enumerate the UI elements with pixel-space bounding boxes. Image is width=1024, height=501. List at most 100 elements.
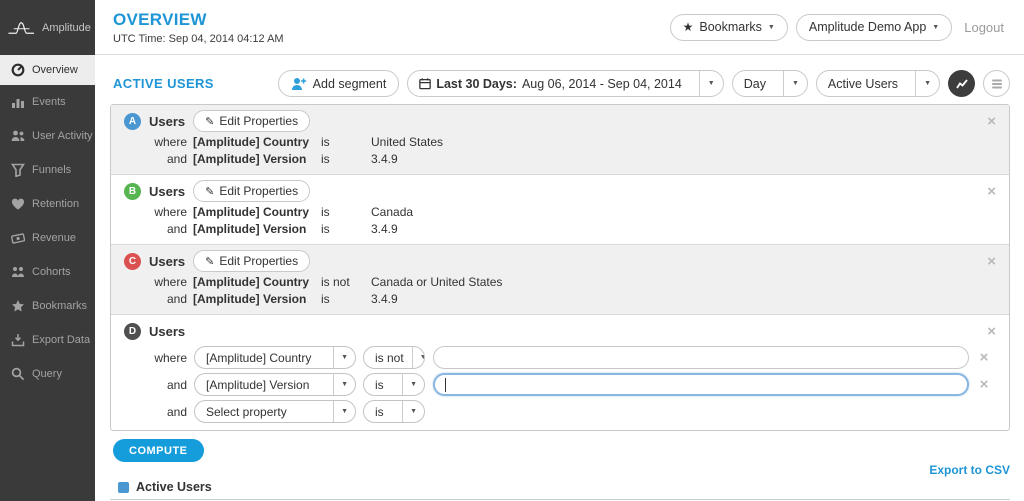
segment-d-header: D Users × xyxy=(124,320,999,342)
sidebar-item-label: Funnels xyxy=(32,164,71,176)
gauge-icon xyxy=(11,63,25,77)
export-row: Export to CSV xyxy=(110,463,1010,477)
operator-select[interactable]: is ▼ xyxy=(363,373,425,396)
metric-dropdown[interactable]: Active Users ▼ xyxy=(816,70,940,97)
conjunction: and xyxy=(124,291,187,308)
list-view-icon xyxy=(991,78,1003,90)
date-range-value: Aug 06, 2014 - Sep 04, 2014 xyxy=(522,77,682,91)
segment-title: Users xyxy=(149,324,185,339)
value-input-focused[interactable] xyxy=(433,373,969,396)
operator-select[interactable]: is ▼ xyxy=(363,400,425,423)
bookmarks-dropdown[interactable]: ★ Bookmarks ▼ xyxy=(670,14,788,41)
chevron-down-icon: ▼ xyxy=(410,408,417,415)
segment-title: Users xyxy=(149,254,185,269)
property-select[interactable]: [Amplitude] Version ▼ xyxy=(194,373,356,396)
table-view-button[interactable] xyxy=(983,70,1010,97)
sidebar-item-export-data[interactable]: Export Data xyxy=(0,323,95,357)
property-row: and [Amplitude] Version is 3.4.9 xyxy=(124,151,999,168)
edit-properties-button[interactable]: ✎ Edit Properties xyxy=(193,180,310,202)
sidebar-item-bookmarks[interactable]: Bookmarks xyxy=(0,289,95,323)
property-row: where [Amplitude] Country is not Canada … xyxy=(124,274,999,291)
segment-badge: B xyxy=(124,183,141,200)
metric-arrow[interactable]: ▼ xyxy=(915,71,939,96)
sidebar-nav: Overview Events User Activity Funnel xyxy=(0,55,95,391)
operator-select-value: is xyxy=(364,405,394,419)
segment-badge: C xyxy=(124,253,141,270)
close-icon[interactable]: × xyxy=(984,184,999,199)
operator: is xyxy=(321,204,371,221)
text-cursor xyxy=(445,378,446,392)
sidebar-item-funnels[interactable]: Funnels xyxy=(0,153,95,187)
sidebar-item-events[interactable]: Events xyxy=(0,85,95,119)
segment-badge: D xyxy=(124,323,141,340)
property-select[interactable]: [Amplitude] Country ▼ xyxy=(194,346,356,369)
close-icon[interactable]: × xyxy=(984,114,999,129)
sidebar-item-label: Retention xyxy=(32,198,79,210)
sidebar: Amplitude Overview Events xyxy=(0,0,95,501)
close-icon[interactable]: × xyxy=(984,254,999,269)
interval-arrow[interactable]: ▼ xyxy=(783,71,807,96)
edit-properties-label: Edit Properties xyxy=(219,184,298,198)
top-bar: OVERVIEW UTC Time: Sep 04, 2014 04:12 AM… xyxy=(95,0,1024,55)
editor-row-and-1: and [Amplitude] Version ▼ is ▼ × xyxy=(124,373,999,396)
property-select[interactable]: Select property ▼ xyxy=(194,400,356,423)
segment-b-rows: where [Amplitude] Country is Canada and … xyxy=(124,204,999,237)
interval-main: Day xyxy=(733,77,777,91)
brand-name: Amplitude xyxy=(42,22,91,34)
logout-link[interactable]: Logout xyxy=(964,20,1004,35)
main-area: OVERVIEW UTC Time: Sep 04, 2014 04:12 AM… xyxy=(95,0,1024,501)
edit-properties-button[interactable]: ✎ Edit Properties xyxy=(193,250,310,272)
select-arrow: ▼ xyxy=(333,347,355,368)
segment-title: Users xyxy=(149,114,185,129)
sidebar-item-label: Overview xyxy=(32,64,78,76)
property-row: where [Amplitude] Country is Canada xyxy=(124,204,999,221)
operator: is xyxy=(321,221,371,238)
chevron-down-icon: ▼ xyxy=(924,80,931,87)
operator-select-value: is xyxy=(364,378,394,392)
date-range-main: Last 30 Days: Aug 06, 2014 - Sep 04, 201… xyxy=(408,77,692,91)
page-title: OVERVIEW xyxy=(113,10,284,30)
app-name: Amplitude Demo App xyxy=(809,20,926,34)
star-icon: ★ xyxy=(683,20,694,34)
edit-properties-label: Edit Properties xyxy=(219,114,298,128)
property-value: Canada xyxy=(371,204,413,221)
sidebar-item-label: Bookmarks xyxy=(32,300,87,312)
sidebar-item-cohorts[interactable]: Cohorts xyxy=(0,255,95,289)
date-range-arrow[interactable]: ▼ xyxy=(699,71,723,96)
chevron-down-icon: ▼ xyxy=(341,381,348,388)
property-value: United States xyxy=(371,134,443,151)
operator-select[interactable]: is not ▼ xyxy=(363,346,425,369)
value-input[interactable] xyxy=(433,346,969,369)
export-csv-link[interactable]: Export to CSV xyxy=(929,463,1010,477)
property-name: [Amplitude] Version xyxy=(193,291,319,308)
section-title: ACTIVE USERS xyxy=(113,76,214,91)
close-icon[interactable]: × xyxy=(984,324,999,339)
conjunction: and xyxy=(124,378,187,392)
segment-a-header: A Users ✎ Edit Properties × xyxy=(124,110,999,132)
remove-row-icon[interactable]: × xyxy=(969,376,999,393)
chevron-down-icon: ▼ xyxy=(708,80,715,87)
bookmarks-label: Bookmarks xyxy=(699,20,762,34)
interval-dropdown[interactable]: Day ▼ xyxy=(732,70,808,97)
edit-properties-button[interactable]: ✎ Edit Properties xyxy=(193,110,310,132)
line-chart-view-button[interactable] xyxy=(948,70,975,97)
segment-c-header: C Users ✎ Edit Properties × xyxy=(124,250,999,272)
sidebar-item-user-activity[interactable]: User Activity xyxy=(0,119,95,153)
select-arrow: ▼ xyxy=(402,401,424,422)
calendar-icon xyxy=(419,77,431,90)
sidebar-item-retention[interactable]: Retention xyxy=(0,187,95,221)
date-range-dropdown[interactable]: Last 30 Days: Aug 06, 2014 - Sep 04, 201… xyxy=(407,70,723,97)
chart-legend: Active Users xyxy=(110,480,1010,500)
legend-swatch[interactable] xyxy=(118,482,129,493)
sidebar-item-query[interactable]: Query xyxy=(0,357,95,391)
content: ACTIVE USERS Add segment xyxy=(95,55,1024,501)
add-segment-button[interactable]: Add segment xyxy=(278,70,400,97)
app-selector-dropdown[interactable]: Amplitude Demo App ▼ xyxy=(796,14,952,41)
chevron-down-icon: ▼ xyxy=(932,24,939,31)
title-block: OVERVIEW UTC Time: Sep 04, 2014 04:12 AM xyxy=(113,10,284,45)
remove-row-icon[interactable]: × xyxy=(969,349,999,366)
sidebar-item-revenue[interactable]: Revenue xyxy=(0,221,95,255)
compute-button[interactable]: COMPUTE xyxy=(113,439,204,462)
select-arrow: ▼ xyxy=(402,374,424,395)
sidebar-item-overview[interactable]: Overview xyxy=(0,55,95,85)
